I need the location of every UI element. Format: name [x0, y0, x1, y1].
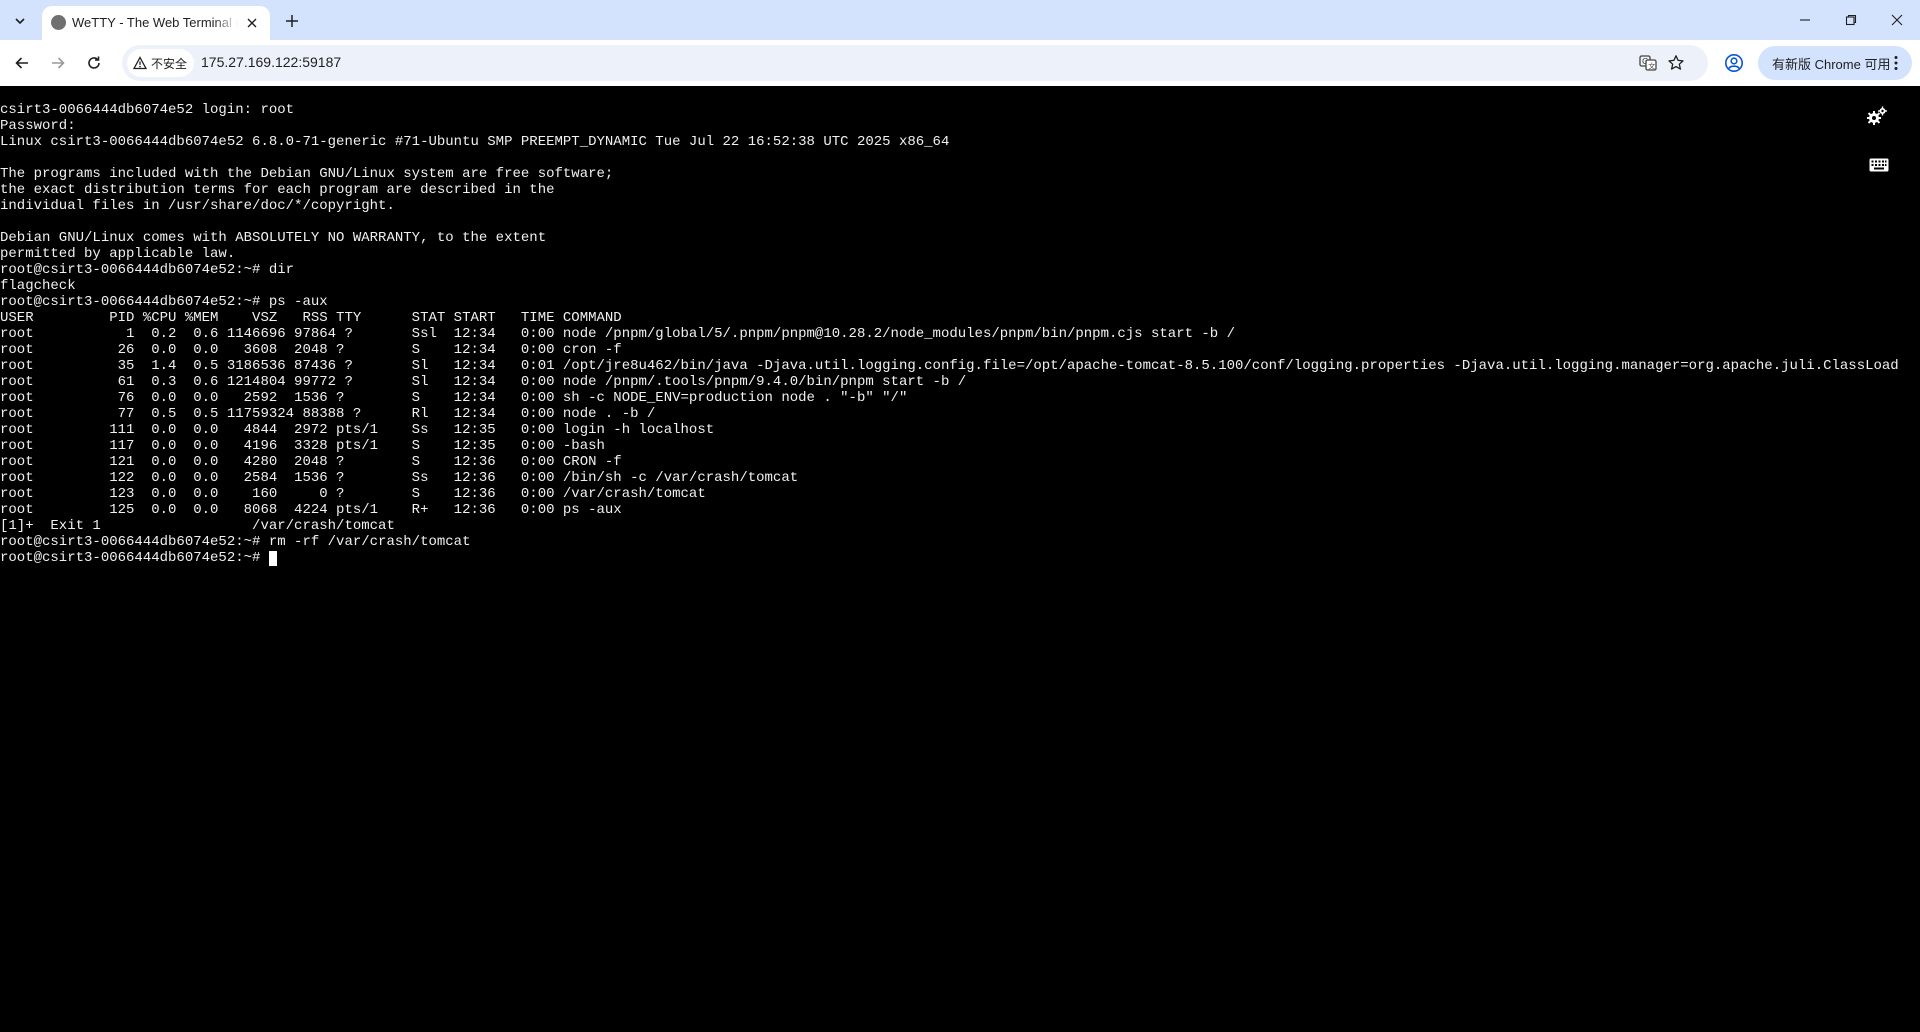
warning-triangle-icon: [133, 56, 147, 70]
profile-icon: [1725, 54, 1743, 72]
arrow-right-icon: [52, 57, 65, 69]
terminal-line: csirt3-0066444db6074e52 login: root: [0, 102, 295, 118]
terminal-line: Debian GNU/Linux comes with ABSOLUTELY N…: [0, 230, 547, 246]
vertical-dots-icon[interactable]: [1888, 55, 1904, 71]
terminal-line: USER PID %CPU %MEM VSZ RSS TTY STAT STAR…: [0, 310, 622, 326]
terminal-prompt-line: root@csirt3-0066444db6074e52:~#: [0, 550, 1899, 566]
minimize-button[interactable]: [1782, 0, 1828, 40]
forward-button[interactable]: [44, 49, 72, 77]
globe-icon: [51, 15, 66, 30]
keyboard-icon: [1869, 158, 1889, 172]
terminal-line: root 1 0.2 0.6 1146696 97864 ? Ssl 12:34…: [0, 326, 1236, 342]
terminal-keyboard-button[interactable]: [1866, 152, 1892, 178]
svg-text:文: 文: [1648, 62, 1655, 71]
address-bar[interactable]: 不安全 175.27.169.122:59187 G 文: [122, 45, 1708, 81]
terminal-line: root@csirt3-0066444db6074e52:~# ps -aux: [0, 294, 328, 310]
tab-search-button[interactable]: [6, 8, 34, 34]
tab-active[interactable]: WeTTY - The Web Terminal Emulator: [42, 6, 270, 40]
terminal-cursor: [268, 551, 277, 566]
terminal-screen[interactable]: csirt3-0066444db6074e52 login: root Passw…: [0, 86, 1920, 1032]
url-text[interactable]: 175.27.169.122:59187: [201, 54, 341, 70]
terminal-line: root 122 0.0 0.0 2584 1536 ? Ss 12:36 0:…: [0, 470, 799, 486]
reload-button[interactable]: [80, 49, 108, 77]
back-button[interactable]: [8, 49, 36, 77]
terminal-output: csirt3-0066444db6074e52 login: root Passw…: [0, 102, 1899, 566]
terminal-line: [1]+ Exit 1 /var/crash/tomcat: [0, 518, 395, 534]
plus-icon: [286, 15, 298, 27]
browser-toolbar: 不安全 175.27.169.122:59187 G 文 有新版 Chrome …: [0, 40, 1920, 86]
terminal-line: root 125 0.0 0.0 8068 4224 pts/1 R+ 12:3…: [0, 502, 622, 518]
reload-icon: [88, 56, 100, 69]
translate-icon: G 文: [1639, 55, 1657, 71]
tab-strip: WeTTY - The Web Terminal Emulator: [0, 0, 1920, 40]
bookmark-button[interactable]: [1666, 53, 1686, 73]
star-icon: [1668, 55, 1684, 70]
profile-button[interactable]: [1720, 49, 1748, 77]
translate-button[interactable]: G 文: [1638, 53, 1658, 73]
restore-icon: [1845, 14, 1857, 26]
terminal-line: root 35 1.4 0.5 3186536 87436 ? Sl 12:34…: [0, 358, 1899, 374]
terminal-settings-button[interactable]: [1864, 104, 1890, 130]
window-close-button[interactable]: [1874, 0, 1920, 40]
terminal-prompt: root@csirt3-0066444db6074e52:~#: [0, 550, 269, 566]
terminal-line: root 26 0.0 0.0 3608 2048 ? S 12:34 0:00…: [0, 342, 622, 358]
terminal-line: permitted by applicable law.: [0, 246, 236, 262]
terminal-line: root 123 0.0 0.0 160 0 ? S 12:36 0:00 /v…: [0, 486, 706, 502]
minimize-icon: [1800, 19, 1810, 21]
terminal-line: Password:: [0, 118, 76, 134]
gears-icon: [1867, 106, 1887, 125]
tab-close-button[interactable]: [242, 13, 262, 33]
security-label: 不安全: [151, 56, 188, 71]
terminal-line: root 111 0.0 0.0 4844 2972 pts/1 Ss 12:3…: [0, 422, 715, 438]
chevron-down-icon: [15, 18, 25, 25]
close-icon: [1891, 14, 1903, 26]
arrow-left-icon: [15, 57, 28, 69]
terminal-line: root 61 0.3 0.6 1214804 99772 ? Sl 12:34…: [0, 374, 967, 390]
terminal-line: root 76 0.0 0.0 2592 1536 ? S 12:34 0:00…: [0, 390, 908, 406]
terminal-line: root@csirt3-0066444db6074e52:~# dir: [0, 262, 295, 278]
terminal-line: the exact distribution terms for each pr…: [0, 182, 555, 198]
terminal-line: individual files in /usr/share/doc/*/cop…: [0, 198, 395, 214]
restore-button[interactable]: [1828, 0, 1874, 40]
update-label: 有新版 Chrome 可用: [1772, 56, 1891, 72]
close-icon: [247, 18, 257, 28]
terminal-line: flagcheck: [0, 278, 76, 294]
terminal-line: root 117 0.0 0.0 4196 3328 pts/1 S 12:35…: [0, 438, 605, 454]
new-tab-button[interactable]: [280, 9, 304, 33]
terminal-line: root 121 0.0 0.0 4280 2048 ? S 12:36 0:0…: [0, 454, 622, 470]
terminal-line: The programs included with the Debian GN…: [0, 166, 614, 182]
chrome-update-button[interactable]: 有新版 Chrome 可用: [1758, 46, 1912, 80]
terminal-line: Linux csirt3-0066444db6074e52 6.8.0-71-g…: [0, 134, 950, 150]
terminal-line: root@csirt3-0066444db6074e52:~# rm -rf /…: [0, 534, 471, 550]
terminal-line: root 77 0.5 0.5 11759324 88388 ? Rl 12:3…: [0, 406, 656, 422]
security-chip[interactable]: 不安全: [127, 49, 195, 77]
tab-title: WeTTY - The Web Terminal Emulator: [72, 15, 238, 30]
